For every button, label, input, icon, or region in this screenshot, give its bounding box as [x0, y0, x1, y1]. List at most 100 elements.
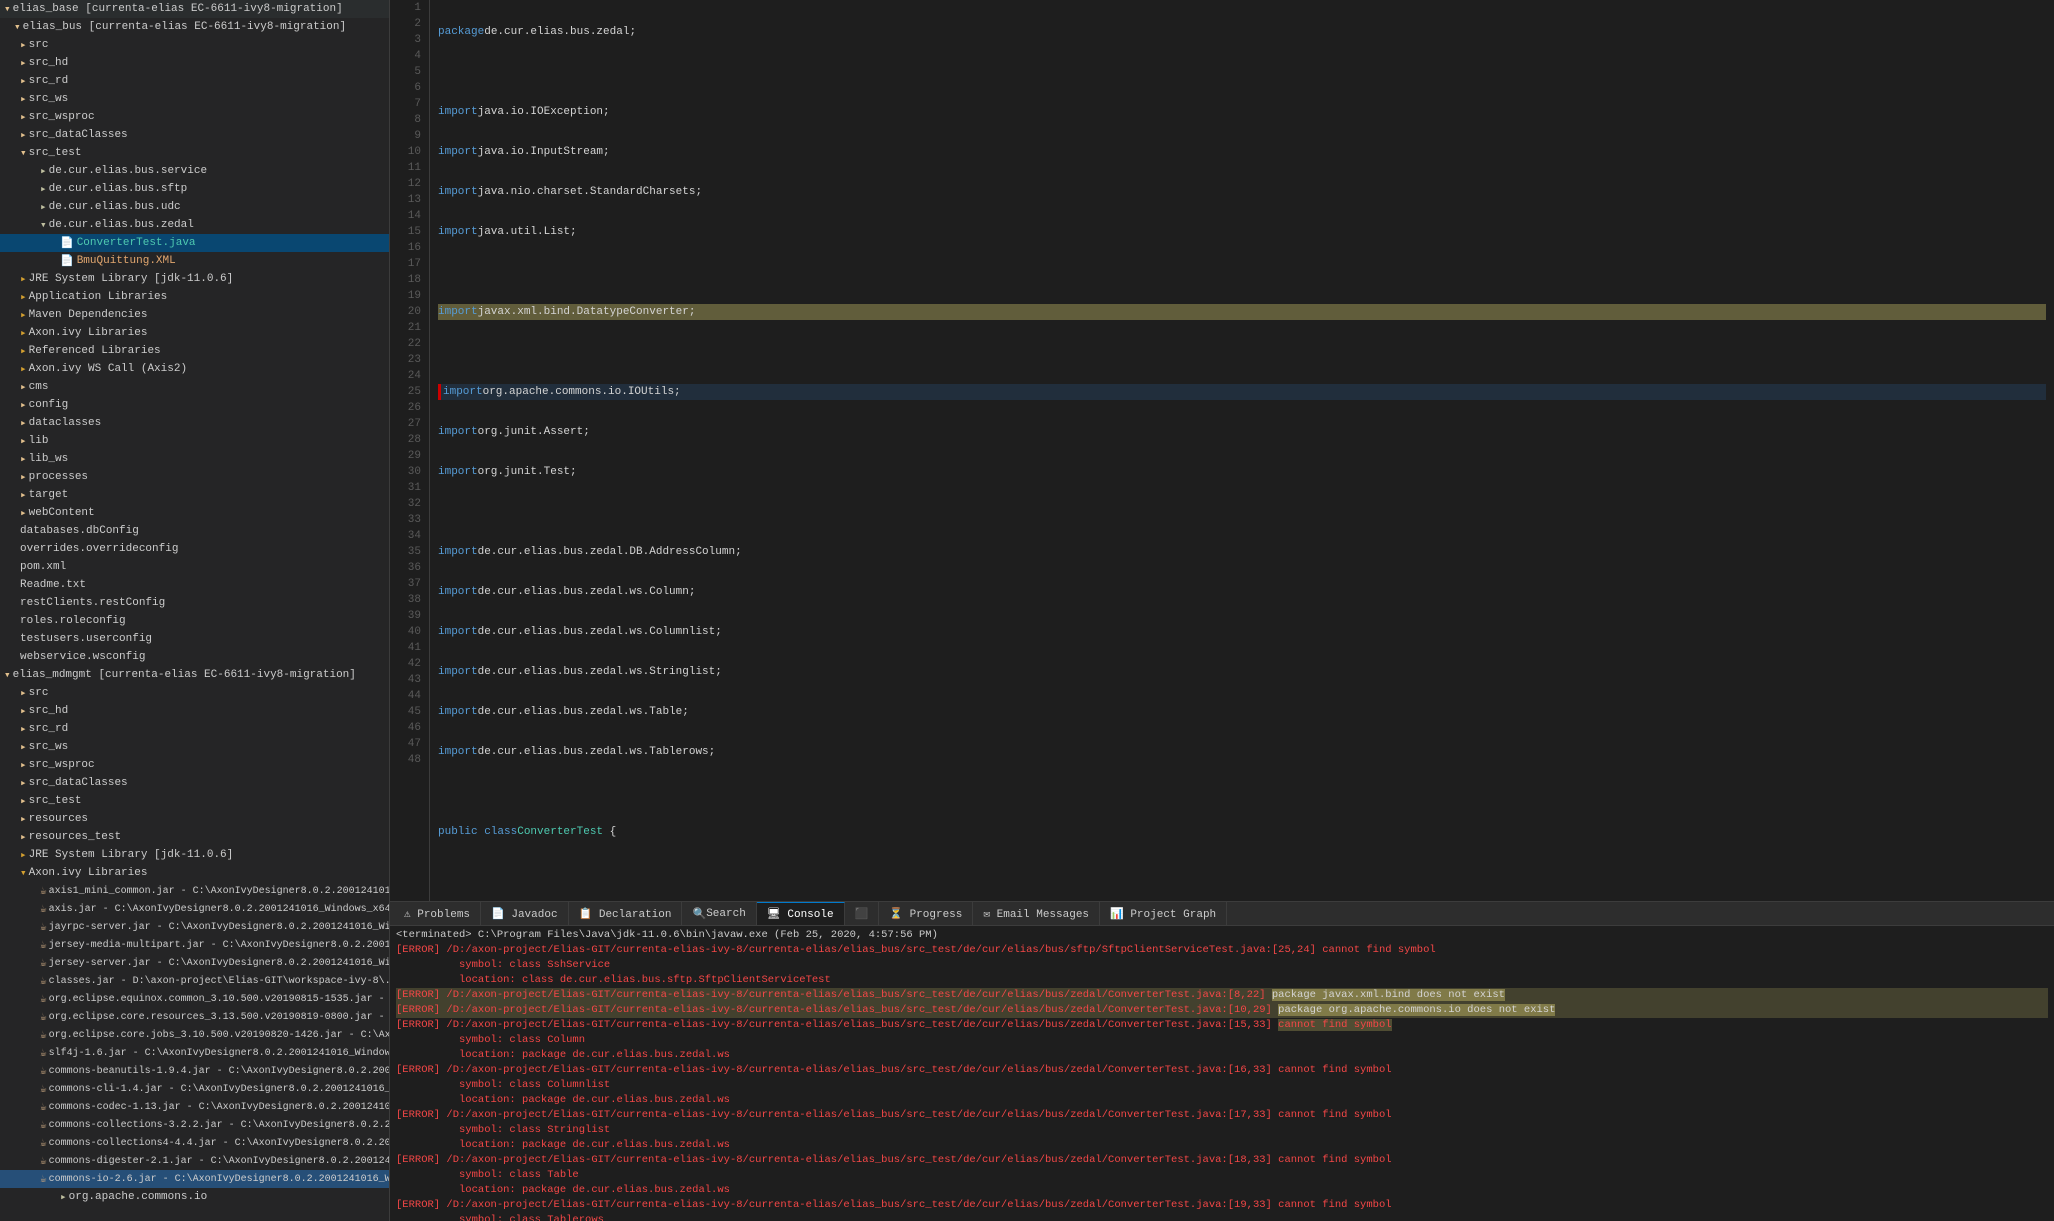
jar-commons-codec[interactable]: ☕ commons-codec-1.13.jar - C:\AxonIvyDes…	[0, 1098, 389, 1116]
mdmgmt-folder-src-wsproc[interactable]: ▸ src_wsproc	[0, 756, 389, 774]
console-header: <terminated> C:\Program Files\Java\jdk-1…	[396, 928, 2048, 943]
folder-dataclasses2[interactable]: ▸ dataclasses	[0, 414, 389, 432]
console-panel: ⚠ Problems 📄 Javadoc 📋 Declaration 🔍 Sea…	[390, 901, 2054, 1221]
folder-src-wsproc[interactable]: ▸ src_wsproc	[0, 108, 389, 126]
folder-webcontent[interactable]: ▸ webContent	[0, 504, 389, 522]
jar-eclipse-equinox[interactable]: ☕ org.eclipse.equinox.common_3.10.500.v2…	[0, 990, 389, 1008]
folder-src-dataclasses[interactable]: ▸ src_dataClasses	[0, 126, 389, 144]
tab-declaration[interactable]: 📋 Declaration	[569, 902, 683, 925]
jar-commons-digester[interactable]: ☕ commons-digester-2.1.jar - C:\AxonIvyD…	[0, 1152, 389, 1170]
jar-axis1-mini[interactable]: ☕ axis1_mini_common.jar - C:\AxonIvyDesi…	[0, 882, 389, 900]
folder-cms[interactable]: ▸ cms	[0, 378, 389, 396]
jar-slf4j[interactable]: ☕ slf4j-1.6.jar - C:\AxonIvyDesigner8.0.…	[0, 1044, 389, 1062]
jar-jayrpc[interactable]: ☕ jayrpc-server.jar - C:\AxonIvyDesigner…	[0, 918, 389, 936]
file-pom[interactable]: pom.xml	[0, 558, 389, 576]
mdmgmt-folder-src[interactable]: ▸ src	[0, 684, 389, 702]
file-explorer[interactable]: ▾ elias_base [currenta-elias EC-6611-ivy…	[0, 0, 390, 1221]
folder-target[interactable]: ▸ target	[0, 486, 389, 504]
library-referenced[interactable]: ▸ Referenced Libraries	[0, 342, 389, 360]
code-line-19: import de.cur.elias.bus.zedal.ws.Tablero…	[438, 744, 2046, 760]
file-roles[interactable]: roles.roleconfig	[0, 612, 389, 630]
tab-extra[interactable]: ⬛	[845, 902, 880, 925]
library-maven[interactable]: ▸ Maven Dependencies	[0, 306, 389, 324]
jar-commons-collections3[interactable]: ☕ commons-collections-3.2.2.jar - C:\Axo…	[0, 1116, 389, 1134]
jar-commons-io[interactable]: ☕ commons-io-2.6.jar - C:\AxonIvyDesigne…	[0, 1170, 389, 1188]
tab-javadoc[interactable]: 📄 Javadoc	[481, 902, 569, 925]
jar-eclipse-core-jobs[interactable]: ☕ org.eclipse.core.jobs_3.10.500.v201908…	[0, 1026, 389, 1044]
tab-search[interactable]: 🔍 Search	[682, 902, 756, 925]
code-line-20	[438, 784, 2046, 800]
code-editor[interactable]: 12345 678910 1112131415 1617181920 21222…	[390, 0, 2054, 901]
code-line-13	[438, 504, 2046, 520]
console-line-3: location: class de.cur.elias.bus.sftp.Sf…	[396, 973, 2048, 988]
library-webapp[interactable]: ▸ Application Libraries	[0, 288, 389, 306]
package-apache-commons[interactable]: ▸ org.apache.commons.io	[0, 1188, 389, 1206]
file-databases[interactable]: databases.dbConfig	[0, 522, 389, 540]
jar-commons-collections4[interactable]: ☕ commons-collections4-4.4.jar - C:\Axon…	[0, 1134, 389, 1152]
mdmgmt-folder-src-dataclasses[interactable]: ▸ src_dataClasses	[0, 774, 389, 792]
tab-console[interactable]: 🖥 Console	[757, 902, 845, 925]
folder-src-test[interactable]: ▾ src_test	[0, 144, 389, 162]
package-zedal[interactable]: ▾ de.cur.elias.bus.zedal	[0, 216, 389, 234]
jar-commons-cli[interactable]: ☕ commons-cli-1.4.jar - C:\AxonIvyDesign…	[0, 1080, 389, 1098]
library-axonivy[interactable]: ▸ Axon.ivy Libraries	[0, 324, 389, 342]
jar-eclipse-core-resources[interactable]: ☕ org.eclipse.core.resources_3.13.500.v2…	[0, 1008, 389, 1026]
file-overrides[interactable]: overrides.overrideconfig	[0, 540, 389, 558]
folder-lib-ws[interactable]: ▸ lib_ws	[0, 450, 389, 468]
folder-processes[interactable]: ▸ processes	[0, 468, 389, 486]
code-line-18: import de.cur.elias.bus.zedal.ws.Table;	[438, 704, 2046, 720]
mdmgmt-library-jre[interactable]: ▸ JRE System Library [jdk-11.0.6]	[0, 846, 389, 864]
folder-src-rd[interactable]: ▸ src_rd	[0, 72, 389, 90]
jar-classes[interactable]: ☕ classes.jar - D:\axon-project\Elias-GI…	[0, 972, 389, 990]
jar-jersey-server[interactable]: ☕ jersey-server.jar - C:\AxonIvyDesigner…	[0, 954, 389, 972]
folder-src-hd[interactable]: ▸ src_hd	[0, 54, 389, 72]
console-line-17: location: package de.cur.elias.bus.zedal…	[396, 1183, 2048, 1198]
console-line-8: location: package de.cur.elias.bus.zedal…	[396, 1048, 2048, 1063]
jar-jersey-media[interactable]: ☕ jersey-media-multipart.jar - C:\AxonIv…	[0, 936, 389, 954]
file-testusers[interactable]: testusers.userconfig	[0, 630, 389, 648]
console-line-9: [ERROR] /D:/axon-project/Elias-GIT/curre…	[396, 1063, 2048, 1078]
console-line-12: [ERROR] /D:/axon-project/Elias-GIT/curre…	[396, 1108, 2048, 1123]
console-line-18: [ERROR] /D:/axon-project/Elias-GIT/curre…	[396, 1198, 2048, 1213]
folder-src[interactable]: ▸ src	[0, 36, 389, 54]
console-line-15: [ERROR] /D:/axon-project/Elias-GIT/curre…	[396, 1153, 2048, 1168]
package-udc[interactable]: ▸ de.cur.elias.bus.udc	[0, 198, 389, 216]
package-service[interactable]: ▸ de.cur.elias.bus.service	[0, 162, 389, 180]
file-readme[interactable]: Readme.txt	[0, 576, 389, 594]
console-line-4: [ERROR] /D:/axon-project/Elias-GIT/curre…	[396, 988, 2048, 1003]
file-restclients[interactable]: restClients.restConfig	[0, 594, 389, 612]
mdmgmt-folder-src-hd[interactable]: ▸ src_hd	[0, 702, 389, 720]
file-convertertest[interactable]: 📄 ConverterTest.java	[0, 234, 389, 252]
mdmgmt-folder-resources-test[interactable]: ▸ resources_test	[0, 828, 389, 846]
project-elias-bus[interactable]: ▾ elias_bus [currenta-elias EC-6611-ivy8…	[0, 18, 389, 36]
console-line-11: location: package de.cur.elias.bus.zedal…	[396, 1093, 2048, 1108]
mdmgmt-folder-src-test[interactable]: ▸ src_test	[0, 792, 389, 810]
jar-commons-beanutils[interactable]: ☕ commons-beanutils-1.9.4.jar - C:\AxonI…	[0, 1062, 389, 1080]
jar-axis[interactable]: ☕ axis.jar - C:\AxonIvyDesigner8.0.2.200…	[0, 900, 389, 918]
folder-lib[interactable]: ▸ lib	[0, 432, 389, 450]
code-line-3: import java.io.IOException;	[438, 104, 2046, 120]
tab-project-graph[interactable]: 📊 Project Graph	[1100, 902, 1227, 925]
mdmgmt-folder-resources[interactable]: ▸ resources	[0, 810, 389, 828]
code-line-7	[438, 264, 2046, 280]
code-line-22	[438, 864, 2046, 880]
project-elias-base[interactable]: ▾ elias_base [currenta-elias EC-6611-ivy…	[0, 0, 389, 18]
file-bmuquittung[interactable]: 📄 BmuQuittung.XML	[0, 252, 389, 270]
code-content[interactable]: package de.cur.elias.bus.zedal; import j…	[430, 0, 2054, 901]
console-line-16: symbol: class Table	[396, 1168, 2048, 1183]
mdmgmt-library-axonivy[interactable]: ▾ Axon.ivy Libraries	[0, 864, 389, 882]
folder-config[interactable]: ▸ config	[0, 396, 389, 414]
library-axonivy-wscall[interactable]: ▸ Axon.ivy WS Call (Axis2)	[0, 360, 389, 378]
console-output[interactable]: <terminated> C:\Program Files\Java\jdk-1…	[390, 926, 2054, 1221]
tab-problems[interactable]: ⚠ Problems	[394, 902, 481, 925]
tab-email-messages[interactable]: ✉ Email Messages	[973, 902, 1100, 925]
folder-src-ws[interactable]: ▸ src_ws	[0, 90, 389, 108]
mdmgmt-folder-src-rd[interactable]: ▸ src_rd	[0, 720, 389, 738]
mdmgmt-folder-src-ws[interactable]: ▸ src_ws	[0, 738, 389, 756]
library-jre[interactable]: ▸ JRE System Library [jdk-11.0.6]	[0, 270, 389, 288]
package-sftp[interactable]: ▸ de.cur.elias.bus.sftp	[0, 180, 389, 198]
tab-progress[interactable]: ⏳ Progress	[879, 902, 973, 925]
console-tab-bar: ⚠ Problems 📄 Javadoc 📋 Declaration 🔍 Sea…	[390, 902, 2054, 926]
file-webservice[interactable]: webservice.wsconfig	[0, 648, 389, 666]
project-elias-mdmgmt[interactable]: ▾ elias_mdmgmt [currenta-elias EC-6611-i…	[0, 666, 389, 684]
